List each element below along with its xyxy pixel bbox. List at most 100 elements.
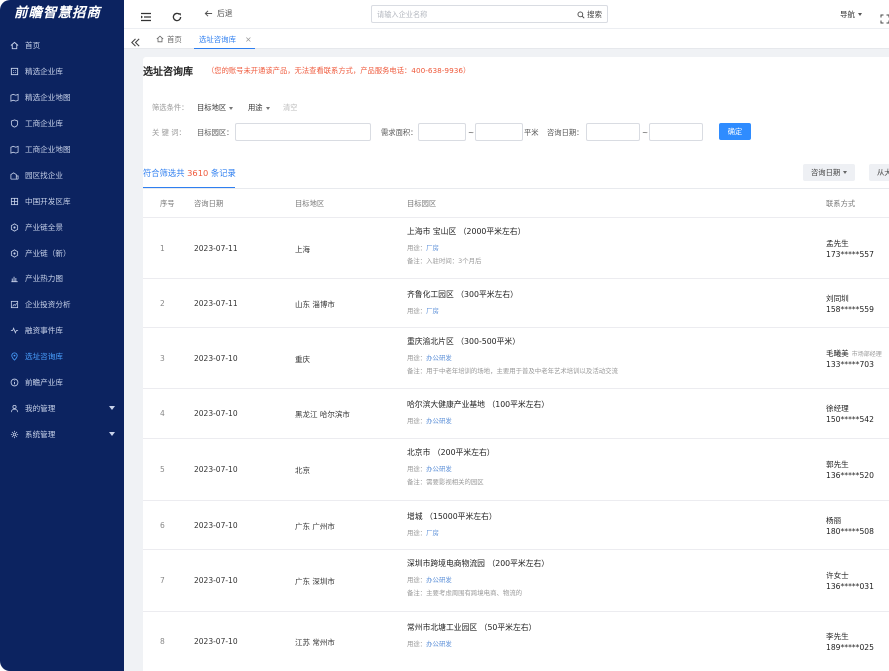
use-prefix: 用途：: [407, 244, 427, 252]
note-value: 入驻时间：3个月后: [426, 257, 482, 265]
row-date: 2023-07-11: [194, 299, 238, 308]
sidebar-item-14[interactable]: 我的管理: [0, 395, 124, 421]
clear-filters-button[interactable]: 清空: [283, 103, 298, 113]
company-search-box: 搜索: [371, 5, 608, 23]
sidebar-item-label: 产业链（新）: [25, 248, 71, 258]
area-label: 需求面积：: [381, 128, 418, 137]
row-park[interactable]: 常州市北塘工业园区 （50平米左右）: [407, 622, 536, 633]
col-contact: 联系方式: [826, 199, 856, 208]
contact-name: 李先生: [826, 632, 849, 641]
sidebar-item-3[interactable]: 工商企业库: [0, 111, 124, 137]
row-contact-name: 毛曦美 市场部经理: [826, 348, 882, 359]
area-max-input[interactable]: [475, 123, 523, 141]
table-row[interactable]: 6 2023-07-10 广东 广州市 增城 （15000平米左右） 用途：厂房 杨丽 18…: [143, 501, 889, 550]
date-label: 咨询日期：: [547, 128, 584, 137]
row-phone: 136*****520: [826, 471, 874, 480]
date-start-input[interactable]: [586, 123, 640, 141]
row-contact-name: 李先生: [826, 631, 849, 642]
filter-panel: 选址咨询库 （您的账号未开通该产品，无法查看联系方式，产品服务电话：400-63…: [143, 57, 889, 155]
row-index: 6: [160, 521, 165, 530]
table-row[interactable]: 2 2023-07-11 山东 淄博市 齐鲁化工园区 （300平米左右） 用途：厂房 刘同…: [143, 279, 889, 328]
sort-order-button[interactable]: 从大: [869, 164, 889, 181]
row-park[interactable]: 齐鲁化工园区 （300平米左右）: [407, 289, 518, 300]
use-value: 办公研发: [426, 354, 452, 362]
info-icon: [10, 378, 19, 387]
app-logo: 前瞻智慧招商: [14, 5, 101, 21]
row-use: 用途：厂房: [407, 306, 439, 315]
sidebar-item-label: 企业投资分析: [25, 300, 71, 310]
menu-toggle-icon[interactable]: [140, 8, 152, 22]
row-park[interactable]: 深圳市跨境电商物流园 （200平米左右）: [407, 558, 549, 569]
row-region: 重庆: [295, 355, 310, 364]
row-park[interactable]: 哈尔滨大健康产业基地 （100平米左右）: [407, 399, 549, 410]
row-region: 上海: [295, 245, 310, 254]
confirm-button[interactable]: 确定: [719, 123, 751, 140]
search-input[interactable]: [377, 8, 567, 20]
sidebar-item-6[interactable]: 中国开发区库: [0, 188, 124, 214]
home-icon: [10, 41, 19, 50]
row-index: 2: [160, 299, 165, 308]
row-park[interactable]: 北京市 （200平米左右）: [407, 447, 495, 458]
collapse-sidebar-icon[interactable]: [130, 33, 141, 47]
row-park[interactable]: 重庆渝北片区 （300-500平米）: [407, 336, 520, 347]
row-index: 3: [160, 354, 165, 363]
sort-date-button[interactable]: 咨询日期: [803, 164, 856, 181]
map-icon: [10, 93, 19, 102]
sidebar-item-15[interactable]: 系统管理: [0, 421, 124, 447]
row-use: 用途：办公研发: [407, 416, 452, 425]
grid-icon: [10, 197, 19, 206]
sidebar-item-10[interactable]: 企业投资分析: [0, 292, 124, 318]
row-date: 2023-07-11: [194, 244, 238, 253]
filter-label: 筛选条件：: [152, 103, 189, 112]
sidebar-menu: 首页 精选企业库 精选企业地图 工商企业库工商企业地图园区找企业 中国开发区库 产业链全景…: [0, 33, 124, 447]
filter-region-dropdown[interactable]: 目标地区: [197, 103, 234, 113]
sidebar-item-13[interactable]: 前瞻产业库: [0, 370, 124, 396]
sidebar-item-9[interactable]: 产业热力图: [0, 266, 124, 292]
nav-dropdown[interactable]: 导航: [840, 9, 862, 20]
top-bar: 后退 搜索 导航: [124, 0, 889, 29]
filter-use-label: 用途: [248, 103, 263, 112]
back-label: 后退: [217, 9, 233, 18]
note-value: 需要影视相关的园区: [426, 478, 484, 486]
note-prefix: 备注：: [407, 257, 427, 265]
page-title: 选址咨询库: [143, 67, 193, 78]
sidebar-item-1[interactable]: 精选企业库: [0, 59, 124, 85]
sidebar-item-label: 工商企业地图: [25, 145, 71, 154]
search-button[interactable]: 搜索: [577, 9, 602, 20]
table-row[interactable]: 1 2023-07-11 上海 上海市 宝山区 （2000平米左右） 用途：厂房 备注：入…: [143, 218, 889, 279]
refresh-icon[interactable]: [171, 8, 183, 22]
sidebar-item-7[interactable]: 产业链全景: [0, 214, 124, 240]
row-use: 用途：厂房: [407, 528, 439, 537]
filter-use-dropdown[interactable]: 用途: [248, 103, 270, 113]
row-region: 山东 淄博市: [295, 300, 335, 309]
row-use: 用途：办公研发: [407, 639, 452, 648]
date-range-dash: ~: [642, 128, 649, 137]
sidebar-item-11[interactable]: 融资事件库: [0, 318, 124, 344]
table-row[interactable]: 7 2023-07-10 广东 深圳市 深圳市跨境电商物流园 （200平米左右） 用途：…: [143, 550, 889, 612]
row-date: 2023-07-10: [194, 465, 238, 474]
sidebar-item-12[interactable]: 选址咨询库: [0, 344, 124, 370]
sidebar-item-2[interactable]: 精选企业地图: [0, 85, 124, 111]
caret-down-icon: [265, 106, 270, 110]
back-button[interactable]: 后退: [204, 8, 233, 19]
table-row[interactable]: 3 2023-07-10 重庆 重庆渝北片区 （300-500平米） 用途：办公研发 备注…: [143, 328, 889, 389]
sidebar-item-5[interactable]: 园区找企业: [0, 162, 124, 188]
sidebar-item-8[interactable]: 产业链（新）: [0, 240, 124, 266]
use-value: 办公研发: [426, 576, 452, 584]
sidebar-item-0[interactable]: 首页: [0, 33, 124, 59]
close-icon[interactable]: ×: [245, 35, 252, 44]
table-row[interactable]: 8 2023-07-10 江苏 常州市 常州市北塘工业园区 （50平米左右） 用途：办公…: [143, 612, 889, 671]
area-min-input[interactable]: [418, 123, 466, 141]
table-row[interactable]: 5 2023-07-10 北京 北京市 （200平米左右） 用途：办公研发 备注：需要影视…: [143, 439, 889, 501]
sidebar-item-label: 融资事件库: [25, 326, 63, 336]
row-park[interactable]: 上海市 宝山区 （2000平米左右）: [407, 226, 525, 237]
tab-site-consultation[interactable]: 选址咨询库 ×: [194, 29, 255, 50]
date-end-input[interactable]: [649, 123, 703, 141]
tab-home[interactable]: 首页: [156, 29, 182, 49]
sidebar-item-4[interactable]: 工商企业地图: [0, 137, 124, 163]
row-park[interactable]: 增城 （15000平米左右）: [407, 511, 497, 522]
target-park-input[interactable]: [235, 123, 371, 141]
note-value: 主要考虑周围有跨境电商、物流的: [426, 589, 523, 597]
fullscreen-icon[interactable]: [880, 9, 889, 24]
table-row[interactable]: 4 2023-07-10 黑龙江 哈尔滨市 哈尔滨大健康产业基地 （100平米左右） 用…: [143, 389, 889, 439]
